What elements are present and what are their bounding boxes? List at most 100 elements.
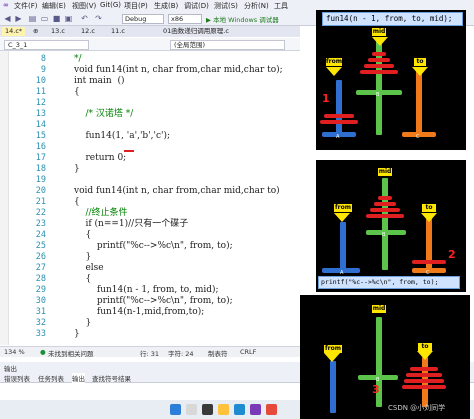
zoom-level[interactable]: 134 % bbox=[4, 348, 25, 356]
disk-1 bbox=[378, 196, 392, 200]
tab-error-list[interactable]: 错误列表 bbox=[4, 373, 30, 383]
scope-select[interactable]: (全局范围) bbox=[170, 40, 285, 50]
hanoi-panel-3: mid from to B 3 CSDN @小刘同学 bbox=[300, 295, 470, 419]
mid-arrow-icon bbox=[372, 37, 388, 46]
menu-view[interactable]: 视图(V) bbox=[72, 1, 96, 11]
mid-label: mid bbox=[372, 305, 386, 313]
save-icon[interactable]: ■ bbox=[52, 14, 61, 23]
tab-12c[interactable]: 12.c bbox=[78, 27, 98, 36]
redo-icon[interactable]: ↷ bbox=[94, 14, 103, 23]
menu-analyze[interactable]: 分析(N) bbox=[244, 1, 269, 11]
watermark: CSDN @小刘同学 bbox=[388, 404, 446, 412]
disk-3 bbox=[404, 379, 444, 383]
explorer-icon[interactable] bbox=[218, 404, 229, 415]
to-arrow-icon bbox=[421, 213, 437, 222]
hanoi-panel-2: mid from to A B C printf("%c-->%c\n", fr… bbox=[316, 160, 466, 292]
eol-mode[interactable]: CRLF bbox=[240, 348, 256, 356]
menu-git[interactable]: Git(G) bbox=[100, 1, 121, 9]
call-expression: printf("%c-->%c\n", from, to); bbox=[318, 276, 460, 289]
col-indicator: 字符: 24 bbox=[168, 350, 194, 358]
row-indicator: 行: 31 bbox=[140, 350, 160, 358]
disk-4 bbox=[402, 385, 446, 389]
menu-file[interactable]: 文件(F) bbox=[14, 1, 38, 11]
tab-find-symbol[interactable]: 查找符号结果 bbox=[92, 373, 131, 383]
step-number: 1 bbox=[322, 92, 330, 105]
vs-logo-icon[interactable]: ∞ bbox=[3, 1, 9, 9]
from-arrow-icon bbox=[334, 213, 350, 222]
menu-debug[interactable]: 调试(D) bbox=[184, 1, 209, 11]
pole-a bbox=[340, 222, 346, 270]
to-arrow-icon bbox=[417, 351, 433, 360]
from-label: from bbox=[324, 345, 342, 353]
code-editor[interactable]: 8 */9 void fun14(int n, char from,char mid… bbox=[0, 51, 300, 345]
from-label: from bbox=[334, 204, 352, 212]
undo-icon[interactable]: ↶ bbox=[80, 14, 89, 23]
menu-edit[interactable]: 编辑(E) bbox=[42, 1, 66, 11]
run-debugger-button[interactable]: ▶ 本地 Windows 调试器 bbox=[206, 14, 279, 24]
code-line[interactable]: 33} bbox=[0, 328, 300, 341]
peg-b-label: B bbox=[376, 92, 380, 98]
disk-3 bbox=[364, 64, 394, 68]
pole-c bbox=[416, 70, 422, 135]
save-all-icon[interactable]: ▣ bbox=[64, 14, 73, 23]
disk-2 bbox=[368, 58, 390, 62]
editor-status-bar: 134 % ● 未找到相关问题 行: 31 字符: 24 制表符 CRLF bbox=[0, 346, 300, 358]
menu-test[interactable]: 测试(S) bbox=[214, 1, 238, 11]
start-icon[interactable] bbox=[170, 404, 181, 415]
disk-5 bbox=[412, 260, 446, 264]
task-view-icon[interactable] bbox=[202, 404, 213, 415]
open-folder-icon[interactable]: ▭ bbox=[40, 14, 49, 23]
pole-a bbox=[336, 80, 342, 135]
menu-build[interactable]: 生成(B) bbox=[154, 1, 178, 11]
tab-output[interactable]: 输出 bbox=[72, 373, 85, 383]
indent-mode[interactable]: 制表符 bbox=[208, 348, 228, 358]
disk-1 bbox=[410, 367, 438, 371]
step-number: 2 bbox=[448, 248, 456, 261]
peg-c-label: C bbox=[416, 134, 420, 140]
tab-recursion-c[interactable]: 01函数递归调用原理.c bbox=[160, 27, 232, 36]
navigation-bar: C_3_1 (全局范围) bbox=[0, 38, 300, 51]
to-arrow-icon bbox=[412, 67, 428, 76]
tab-task-list[interactable]: 任务列表 bbox=[38, 373, 64, 383]
disk-1 bbox=[372, 52, 386, 56]
edge-icon[interactable] bbox=[234, 404, 245, 415]
disk-4 bbox=[360, 70, 398, 74]
tab-11c[interactable]: 11.c bbox=[108, 27, 128, 36]
menu-project[interactable]: 项目(P) bbox=[124, 1, 148, 11]
peg-b-label: B bbox=[382, 232, 386, 238]
from-arrow-icon bbox=[326, 67, 342, 76]
disk-4 bbox=[366, 214, 404, 218]
visual-studio-icon[interactable] bbox=[250, 404, 261, 415]
pole-b bbox=[382, 178, 388, 270]
disk-2 bbox=[406, 373, 442, 377]
disk-3 bbox=[370, 208, 400, 212]
new-file-icon[interactable]: ▤ bbox=[28, 14, 37, 23]
mid-label: mid bbox=[378, 168, 392, 176]
platform-select[interactable]: x86 bbox=[168, 14, 202, 24]
hanoi-panel-1: fun14(n - 1, from, to, mid); mid from to… bbox=[316, 10, 466, 150]
annotation-underline bbox=[124, 150, 134, 152]
project-select[interactable]: C_3_1 bbox=[4, 40, 89, 50]
to-label: to bbox=[418, 343, 432, 351]
app-icon[interactable] bbox=[266, 404, 277, 415]
tab-pin[interactable]: ⊕ bbox=[30, 27, 41, 36]
to-label: to bbox=[414, 58, 426, 66]
tab-13c[interactable]: 13.c bbox=[48, 27, 68, 36]
to-label: to bbox=[422, 204, 436, 212]
pole-a bbox=[330, 361, 336, 413]
code-text: } bbox=[74, 329, 80, 339]
issues-text[interactable]: 未找到相关问题 bbox=[48, 348, 94, 358]
disk-5 bbox=[324, 114, 354, 118]
base-b bbox=[366, 230, 406, 235]
config-select[interactable]: Debug bbox=[122, 14, 164, 24]
search-icon[interactable] bbox=[186, 404, 197, 415]
back-icon[interactable]: ◀ bbox=[3, 14, 12, 23]
tab-14c[interactable]: 14.c* bbox=[2, 27, 26, 36]
forward-icon[interactable]: ▶ bbox=[14, 14, 23, 23]
menu-tools[interactable]: 工具 bbox=[274, 1, 288, 11]
check-icon: ● bbox=[40, 348, 46, 356]
step-number: 3 bbox=[372, 383, 380, 396]
peg-a-label: A bbox=[336, 134, 340, 140]
from-arrow-icon bbox=[324, 353, 340, 362]
call-expression: fun14(n - 1, from, to, mid); bbox=[322, 12, 463, 26]
